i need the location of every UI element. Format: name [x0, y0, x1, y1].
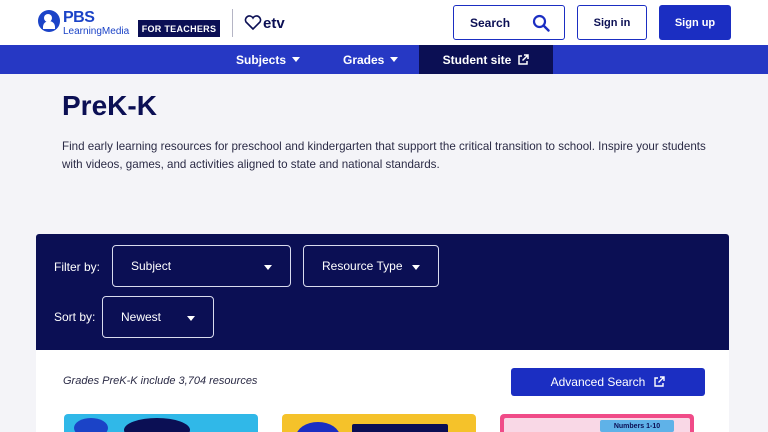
for-teachers-badge: FOR TEACHERS	[138, 20, 220, 37]
page-title: PreK-K	[62, 90, 157, 121]
filter-label: Filter by:	[54, 260, 101, 274]
card-thumbnail-shape	[352, 424, 448, 432]
advanced-search-button[interactable]: Advanced Search	[511, 368, 705, 396]
heart-icon	[244, 15, 262, 31]
resource-card[interactable]	[282, 414, 476, 432]
external-link-icon	[654, 376, 666, 387]
resource-card[interactable]	[64, 414, 258, 432]
external-link-icon	[518, 53, 530, 65]
search-label: Search	[470, 15, 511, 30]
search-button[interactable]: Search	[453, 5, 565, 40]
sign-in-button[interactable]: Sign in	[577, 5, 647, 40]
nav-subjects-label: Subjects	[236, 52, 287, 67]
subject-select-value: Subject	[131, 259, 172, 273]
sort-label: Sort by:	[54, 310, 96, 324]
etv-logo[interactable]: etv	[244, 13, 285, 33]
sort-select[interactable]: Newest	[102, 296, 214, 338]
sort-select-value: Newest	[121, 310, 162, 324]
chevron-down-icon	[264, 265, 272, 270]
filter-panel: Filter by: Subject Resource Type Sort by…	[36, 234, 729, 350]
top-header: PBS LearningMedia FOR TEACHERS etv Searc…	[0, 0, 768, 45]
resource-type-select-value: Resource Type	[322, 259, 403, 273]
results-count: Grades PreK-K include 3,704 resources	[63, 375, 258, 387]
resource-type-select[interactable]: Resource Type	[303, 245, 439, 287]
advanced-search-label: Advanced Search	[550, 375, 646, 389]
card-thumbnail-shape	[124, 418, 190, 432]
header-divider	[232, 9, 233, 37]
card-tag: Numbers 1-10	[600, 420, 674, 432]
search-icon	[532, 14, 550, 32]
sign-up-button[interactable]: Sign up	[659, 5, 731, 40]
card-thumbnail-shape	[296, 422, 340, 432]
pbs-head-icon	[38, 10, 60, 32]
logo-word: PBS	[63, 9, 95, 26]
logo-sub: LearningMedia	[63, 26, 130, 37]
nav-grades[interactable]: Grades	[343, 45, 399, 74]
chevron-down-icon	[187, 316, 195, 321]
main-nav: Subjects Grades Student site	[0, 45, 768, 74]
page-description: Find early learning resources for presch…	[62, 140, 706, 171]
chevron-down-icon	[412, 265, 420, 270]
nav-subjects[interactable]: Subjects	[236, 45, 301, 74]
etv-logo-text: etv	[263, 14, 285, 32]
nav-student-label: Student site	[442, 52, 512, 67]
resource-card[interactable]: Numbers 1-10	[500, 414, 694, 432]
subject-select[interactable]: Subject	[112, 245, 291, 287]
nav-grades-label: Grades	[343, 52, 385, 67]
chevron-down-icon	[292, 57, 301, 62]
card-thumbnail-shape	[74, 418, 108, 432]
nav-student-site[interactable]: Student site	[419, 45, 553, 74]
pbs-learningmedia-logo[interactable]: PBS LearningMedia	[38, 9, 130, 39]
chevron-down-icon	[390, 57, 399, 62]
